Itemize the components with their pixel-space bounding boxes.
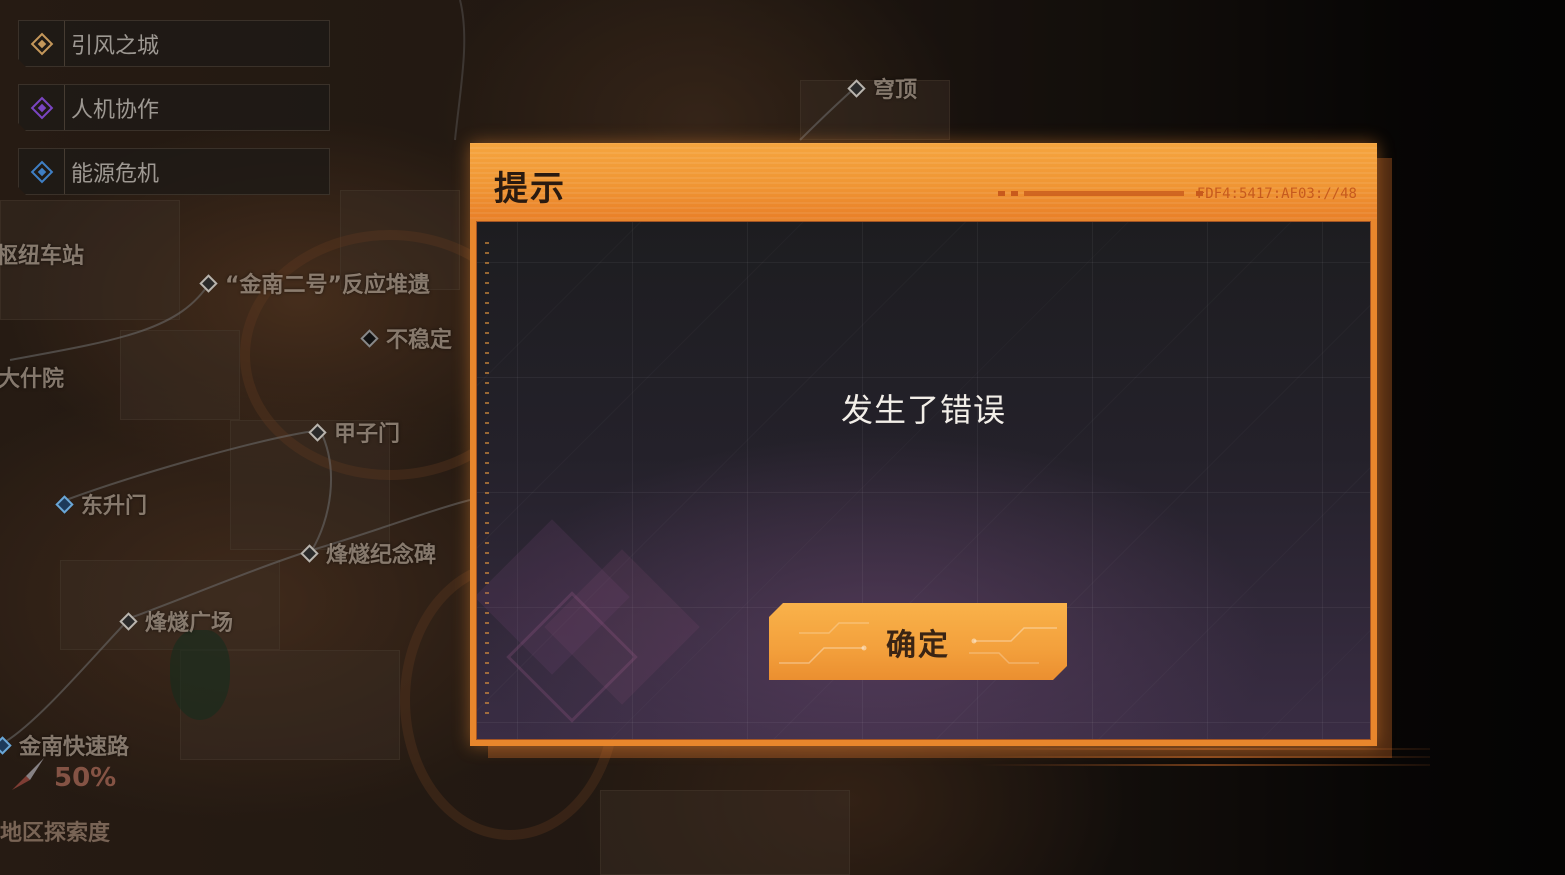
poi-label: 东升门 bbox=[81, 494, 148, 519]
poi-diamond-icon bbox=[0, 735, 12, 755]
poi-diamond-icon bbox=[847, 78, 866, 98]
game-screen: 枢纽车站 “金南二号”反应堆遗 不稳定 大什院 甲子门 东升门 烽燧纪念碑 烽燧… bbox=[0, 0, 1565, 875]
poi-diamond-icon bbox=[308, 422, 327, 442]
confirm-button[interactable]: 确定 bbox=[769, 603, 1067, 680]
mission-list: 引风之城 人机协作 能源危机 bbox=[18, 20, 330, 212]
decorative-diamonds bbox=[477, 519, 700, 723]
map-poi[interactable]: 烽燧广场 bbox=[119, 605, 234, 637]
alert-dialog: 提示 FDF4:5417:AF03://48 发生了错误 确定 bbox=[470, 143, 1377, 746]
poi-diamond-icon bbox=[360, 328, 379, 348]
poi-label: 烽燧广场 bbox=[145, 611, 234, 636]
map-poi[interactable]: 大什院 bbox=[0, 361, 64, 393]
map-poi[interactable]: 不稳定 bbox=[360, 322, 453, 354]
error-message: 发生了错误 bbox=[840, 391, 1006, 429]
mission-label: 引风之城 bbox=[71, 33, 160, 59]
poi-label: 枢纽车站 bbox=[0, 244, 85, 269]
poi-diamond-icon bbox=[55, 494, 74, 514]
confirm-label: 确定 bbox=[886, 627, 950, 663]
map-poi[interactable]: 穹顶 bbox=[847, 72, 918, 104]
compass-icon bbox=[12, 758, 44, 790]
mission-item-yinfeng[interactable]: 引风之城 bbox=[18, 20, 330, 67]
blue-diamond-icon bbox=[19, 149, 65, 194]
mission-label: 人机协作 bbox=[71, 97, 160, 123]
exploration-percent: 50% bbox=[54, 763, 117, 793]
exploration-label: 地区探索度 bbox=[0, 821, 111, 846]
dialog-code: FDF4:5417:AF03://48 bbox=[1196, 186, 1357, 202]
mission-item-renji[interactable]: 人机协作 bbox=[18, 84, 330, 131]
purple-diamond-icon bbox=[19, 85, 65, 130]
dialog-body: 发生了错误 确定 bbox=[476, 221, 1371, 740]
mission-label: 能源危机 bbox=[71, 161, 160, 187]
map-poi[interactable]: 枢纽车站 bbox=[0, 238, 84, 270]
poi-label: 不稳定 bbox=[386, 328, 453, 353]
poi-label: 大什院 bbox=[0, 367, 65, 392]
map-poi[interactable]: 烽燧纪念碑 bbox=[300, 537, 437, 569]
map-poi[interactable]: 东升门 bbox=[55, 488, 148, 520]
map-poi[interactable]: “金南二号”反应堆遗 bbox=[199, 267, 430, 299]
poi-diamond-icon bbox=[300, 543, 319, 563]
poi-label: 烽燧纪念碑 bbox=[326, 543, 437, 568]
dialog-header: 提示 FDF4:5417:AF03://48 bbox=[470, 143, 1377, 219]
dialog-deco-lines bbox=[980, 748, 1430, 776]
poi-diamond-icon bbox=[199, 273, 218, 293]
header-deco-bar bbox=[998, 191, 1203, 196]
poi-diamond-icon bbox=[119, 611, 138, 631]
gold-diamond-icon bbox=[19, 21, 65, 66]
map-poi[interactable]: 甲子门 bbox=[308, 416, 401, 448]
dialog-title: 提示 bbox=[494, 169, 566, 209]
mission-item-nengyuan[interactable]: 能源危机 bbox=[18, 148, 330, 195]
poi-label: “金南二号”反应堆遗 bbox=[225, 273, 430, 298]
poi-label: 甲子门 bbox=[334, 422, 401, 447]
poi-label: 穹顶 bbox=[873, 78, 918, 103]
